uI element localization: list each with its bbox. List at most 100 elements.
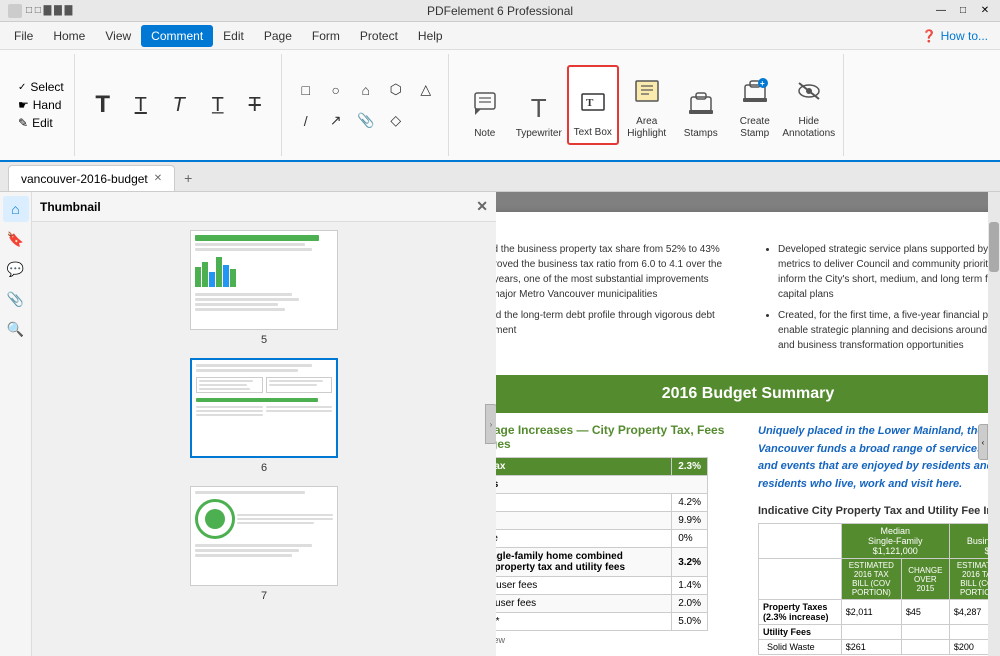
prop-tax-c1: $45 [901, 600, 949, 625]
typewriter-icon: T [531, 93, 547, 124]
circle-tool[interactable]: ○ [322, 76, 350, 104]
text-tool-5[interactable]: T [237, 85, 273, 125]
indicative-tax-table: MedianSingle-Family$1,121,000 MedianBusi… [758, 523, 1000, 655]
tab-close-button[interactable]: ✕ [154, 173, 162, 184]
create-stamp-label: CreateStamp [740, 116, 770, 140]
sw-v1: $261 [841, 640, 901, 655]
solid-waste-label: Solid Waste [496, 530, 672, 548]
right-collapse-handle[interactable]: ‹ [978, 424, 988, 460]
text-tool-4[interactable]: T̲ [199, 85, 235, 125]
rect-tool[interactable]: □ [292, 76, 320, 104]
svg-text:T: T [586, 97, 594, 109]
help-icon: ❓ [922, 29, 937, 43]
menu-comment[interactable]: Comment [141, 25, 213, 47]
solid-waste-value: 0% [672, 530, 708, 548]
prop-tax-row-label: Property Taxes(2.3% increase) [759, 600, 842, 625]
text-tool-3[interactable]: T [161, 85, 197, 125]
menu-page[interactable]: Page [254, 25, 302, 47]
text-box-icon: T [579, 88, 607, 123]
home-sidebar-icon[interactable]: ⌂ [3, 196, 29, 222]
bookmark-sidebar-icon[interactable]: 🔖 [3, 226, 29, 252]
attachment-sidebar-icon[interactable]: 📎 [3, 286, 29, 312]
area-highlight-button[interactable]: AreaHighlight [621, 65, 673, 145]
thumbnail-page-7[interactable]: 7 [190, 486, 338, 602]
toolbar: ✓ Select ☛ Hand ✎ Edit T T T T̲ T □ ○ ⌂ … [0, 50, 1000, 162]
content-area[interactable]: Reduced the business property tax share … [496, 192, 1000, 656]
thumbnail-title: Thumbnail [40, 200, 101, 214]
thumbnail-list: 5 [32, 222, 496, 656]
table-header-pct: 2.3% [672, 458, 708, 476]
menu-edit[interactable]: Edit [213, 25, 254, 47]
title-bar-left: □ □ ▇ ▇ ▇ [8, 4, 72, 18]
menu-help[interactable]: Help [408, 25, 453, 47]
hand-tool[interactable]: ☛ Hand [16, 97, 66, 113]
budget-right-col: Uniquely placed in the Lower Mainland, t… [758, 423, 1000, 655]
menu-file[interactable]: File [4, 25, 43, 47]
table-header-tax: Property Tax [496, 458, 672, 476]
budget-summary-header: 2016 Budget Summary [496, 375, 1000, 413]
line-tool[interactable]: / [292, 107, 320, 135]
menu-home[interactable]: Home [43, 25, 95, 47]
sewer-value: 9.9% [672, 512, 708, 530]
right-text: Uniquely placed in the Lower Mainland, t… [758, 423, 1000, 493]
arrow-tool[interactable]: ↗ [322, 107, 350, 135]
diamond-tool[interactable]: ◇ [382, 107, 410, 135]
select-label: Select [30, 80, 63, 94]
cloud-tool[interactable]: ⌂ [352, 76, 380, 104]
stamps-label: Stamps [684, 128, 718, 140]
close-button[interactable]: ✕ [978, 4, 992, 18]
attach-tool[interactable]: 📎 [352, 107, 380, 135]
hide-annotations-label: HideAnnotations [782, 116, 835, 140]
draw-tools-group: □ ○ ⌂ ⬡ △ / ↗ 📎 ◇ [284, 54, 449, 156]
window-buttons: — □ ✕ [934, 4, 992, 18]
menu-protect[interactable]: Protect [350, 25, 408, 47]
note-button[interactable]: Note [459, 65, 511, 145]
indicative-tax-title: Indicative City Property Tax and Utility… [758, 505, 1000, 517]
document-tab[interactable]: vancouver-2016-budget ✕ [8, 165, 175, 191]
menu-view[interactable]: View [95, 25, 141, 47]
sewer-label: Sewer [496, 512, 672, 530]
thumbnail-page-6[interactable]: 6 [190, 358, 338, 474]
maximize-button[interactable]: □ [956, 4, 970, 18]
scrollbar-thumb[interactable] [989, 222, 999, 272]
select-tool[interactable]: ✓ Select [16, 79, 66, 95]
est-bill-header-1: ESTIMATED2016 TAXBILL (COVPORTION) [841, 559, 901, 600]
svg-text:+: + [760, 79, 765, 88]
search-sidebar-icon[interactable]: 🔍 [3, 316, 29, 342]
text-tool-2[interactable]: T [123, 85, 159, 125]
hand-label: Hand [33, 98, 62, 112]
thumbnail-page-5[interactable]: 5 [190, 230, 338, 346]
recreation-label: Recreation user fees [496, 577, 672, 595]
stamps-button[interactable]: Stamps [675, 65, 727, 145]
recreation-value: 1.4% [672, 577, 708, 595]
tab-label: vancouver-2016-budget [21, 172, 148, 186]
how-to-button[interactable]: ❓ How to... [914, 25, 996, 47]
hide-annotations-icon [795, 77, 823, 112]
text-tool-1[interactable]: T [85, 85, 121, 125]
menu-form[interactable]: Form [302, 25, 350, 47]
vertical-scrollbar[interactable] [988, 192, 1000, 656]
typewriter-label: Typewriter [516, 128, 562, 140]
thumbnail-close-button[interactable]: ✕ [476, 198, 488, 215]
text-box-button[interactable]: T Text Box [567, 65, 619, 145]
sw-c1 [901, 640, 949, 655]
menu-bar: File Home View Comment Edit Page Form Pr… [0, 22, 1000, 50]
hexagon-tool[interactable]: ⬡ [382, 76, 410, 104]
comment-sidebar-icon[interactable]: 💬 [3, 256, 29, 282]
stamps-icon [687, 89, 715, 124]
pdf-page: Reduced the business property tax share … [496, 212, 1000, 656]
bullet-item: Created, for the first time, a five-year… [778, 308, 1000, 353]
typewriter-button[interactable]: T Typewriter [513, 65, 565, 145]
create-stamp-button[interactable]: + CreateStamp [729, 65, 781, 145]
title-bar: □ □ ▇ ▇ ▇ PDFelement 6 Professional — □ … [0, 0, 1000, 22]
new-tab-button[interactable]: + [175, 165, 201, 191]
window-controls: □ □ ▇ ▇ ▇ [26, 5, 72, 16]
select-check-icon: ✓ [18, 82, 26, 93]
edit-tool[interactable]: ✎ Edit [16, 115, 66, 131]
hide-annotations-button[interactable]: HideAnnotations [783, 65, 835, 145]
median-combined-value: 3.2% [672, 548, 708, 577]
sidebar-collapse-handle[interactable]: › [485, 404, 496, 444]
minimize-button[interactable]: — [934, 4, 948, 18]
bullet-item: Reduced the business property tax share … [496, 242, 738, 302]
triangle-tool[interactable]: △ [412, 76, 440, 104]
